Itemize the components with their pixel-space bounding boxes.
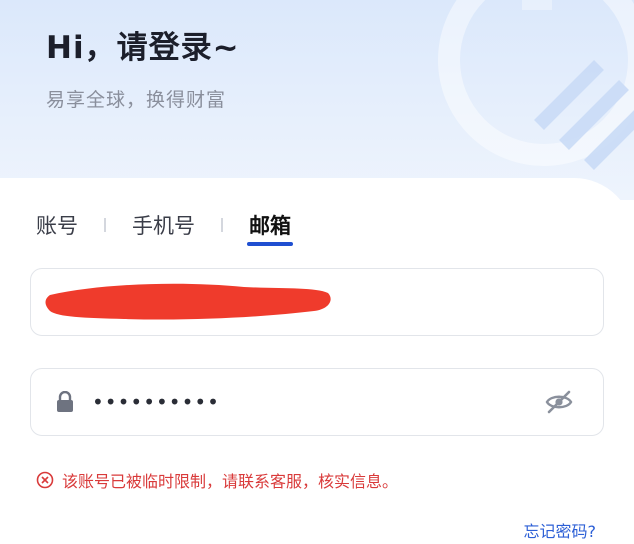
header-banner: Hi，请登录~ 易享全球，换得财富 xyxy=(0,0,634,200)
eye-off-icon[interactable] xyxy=(545,389,573,415)
tab-divider xyxy=(221,218,223,232)
tab-account[interactable]: 账号 xyxy=(36,210,78,240)
login-tabs: 账号 手机号 邮箱 xyxy=(36,210,293,246)
error-circle-icon xyxy=(36,471,54,489)
tab-email[interactable]: 邮箱 xyxy=(247,210,293,246)
error-message: 该账号已被临时限制，请联系客服，核实信息。 xyxy=(36,468,398,492)
tab-phone[interactable]: 手机号 xyxy=(132,210,195,240)
lock-icon xyxy=(57,391,73,412)
decorative-logo-watermark xyxy=(438,0,634,170)
forgot-password-link[interactable]: 忘记密码? xyxy=(524,518,597,542)
redaction-scribble xyxy=(45,283,331,320)
password-value: •••••••••• xyxy=(92,390,220,414)
page-title: Hi，请登录~ xyxy=(46,30,240,66)
error-text: 该账号已被临时限制，请联系客服，核实信息。 xyxy=(62,472,399,491)
page-subtitle: 易享全球，换得财富 xyxy=(46,89,227,111)
tab-divider xyxy=(104,218,106,232)
